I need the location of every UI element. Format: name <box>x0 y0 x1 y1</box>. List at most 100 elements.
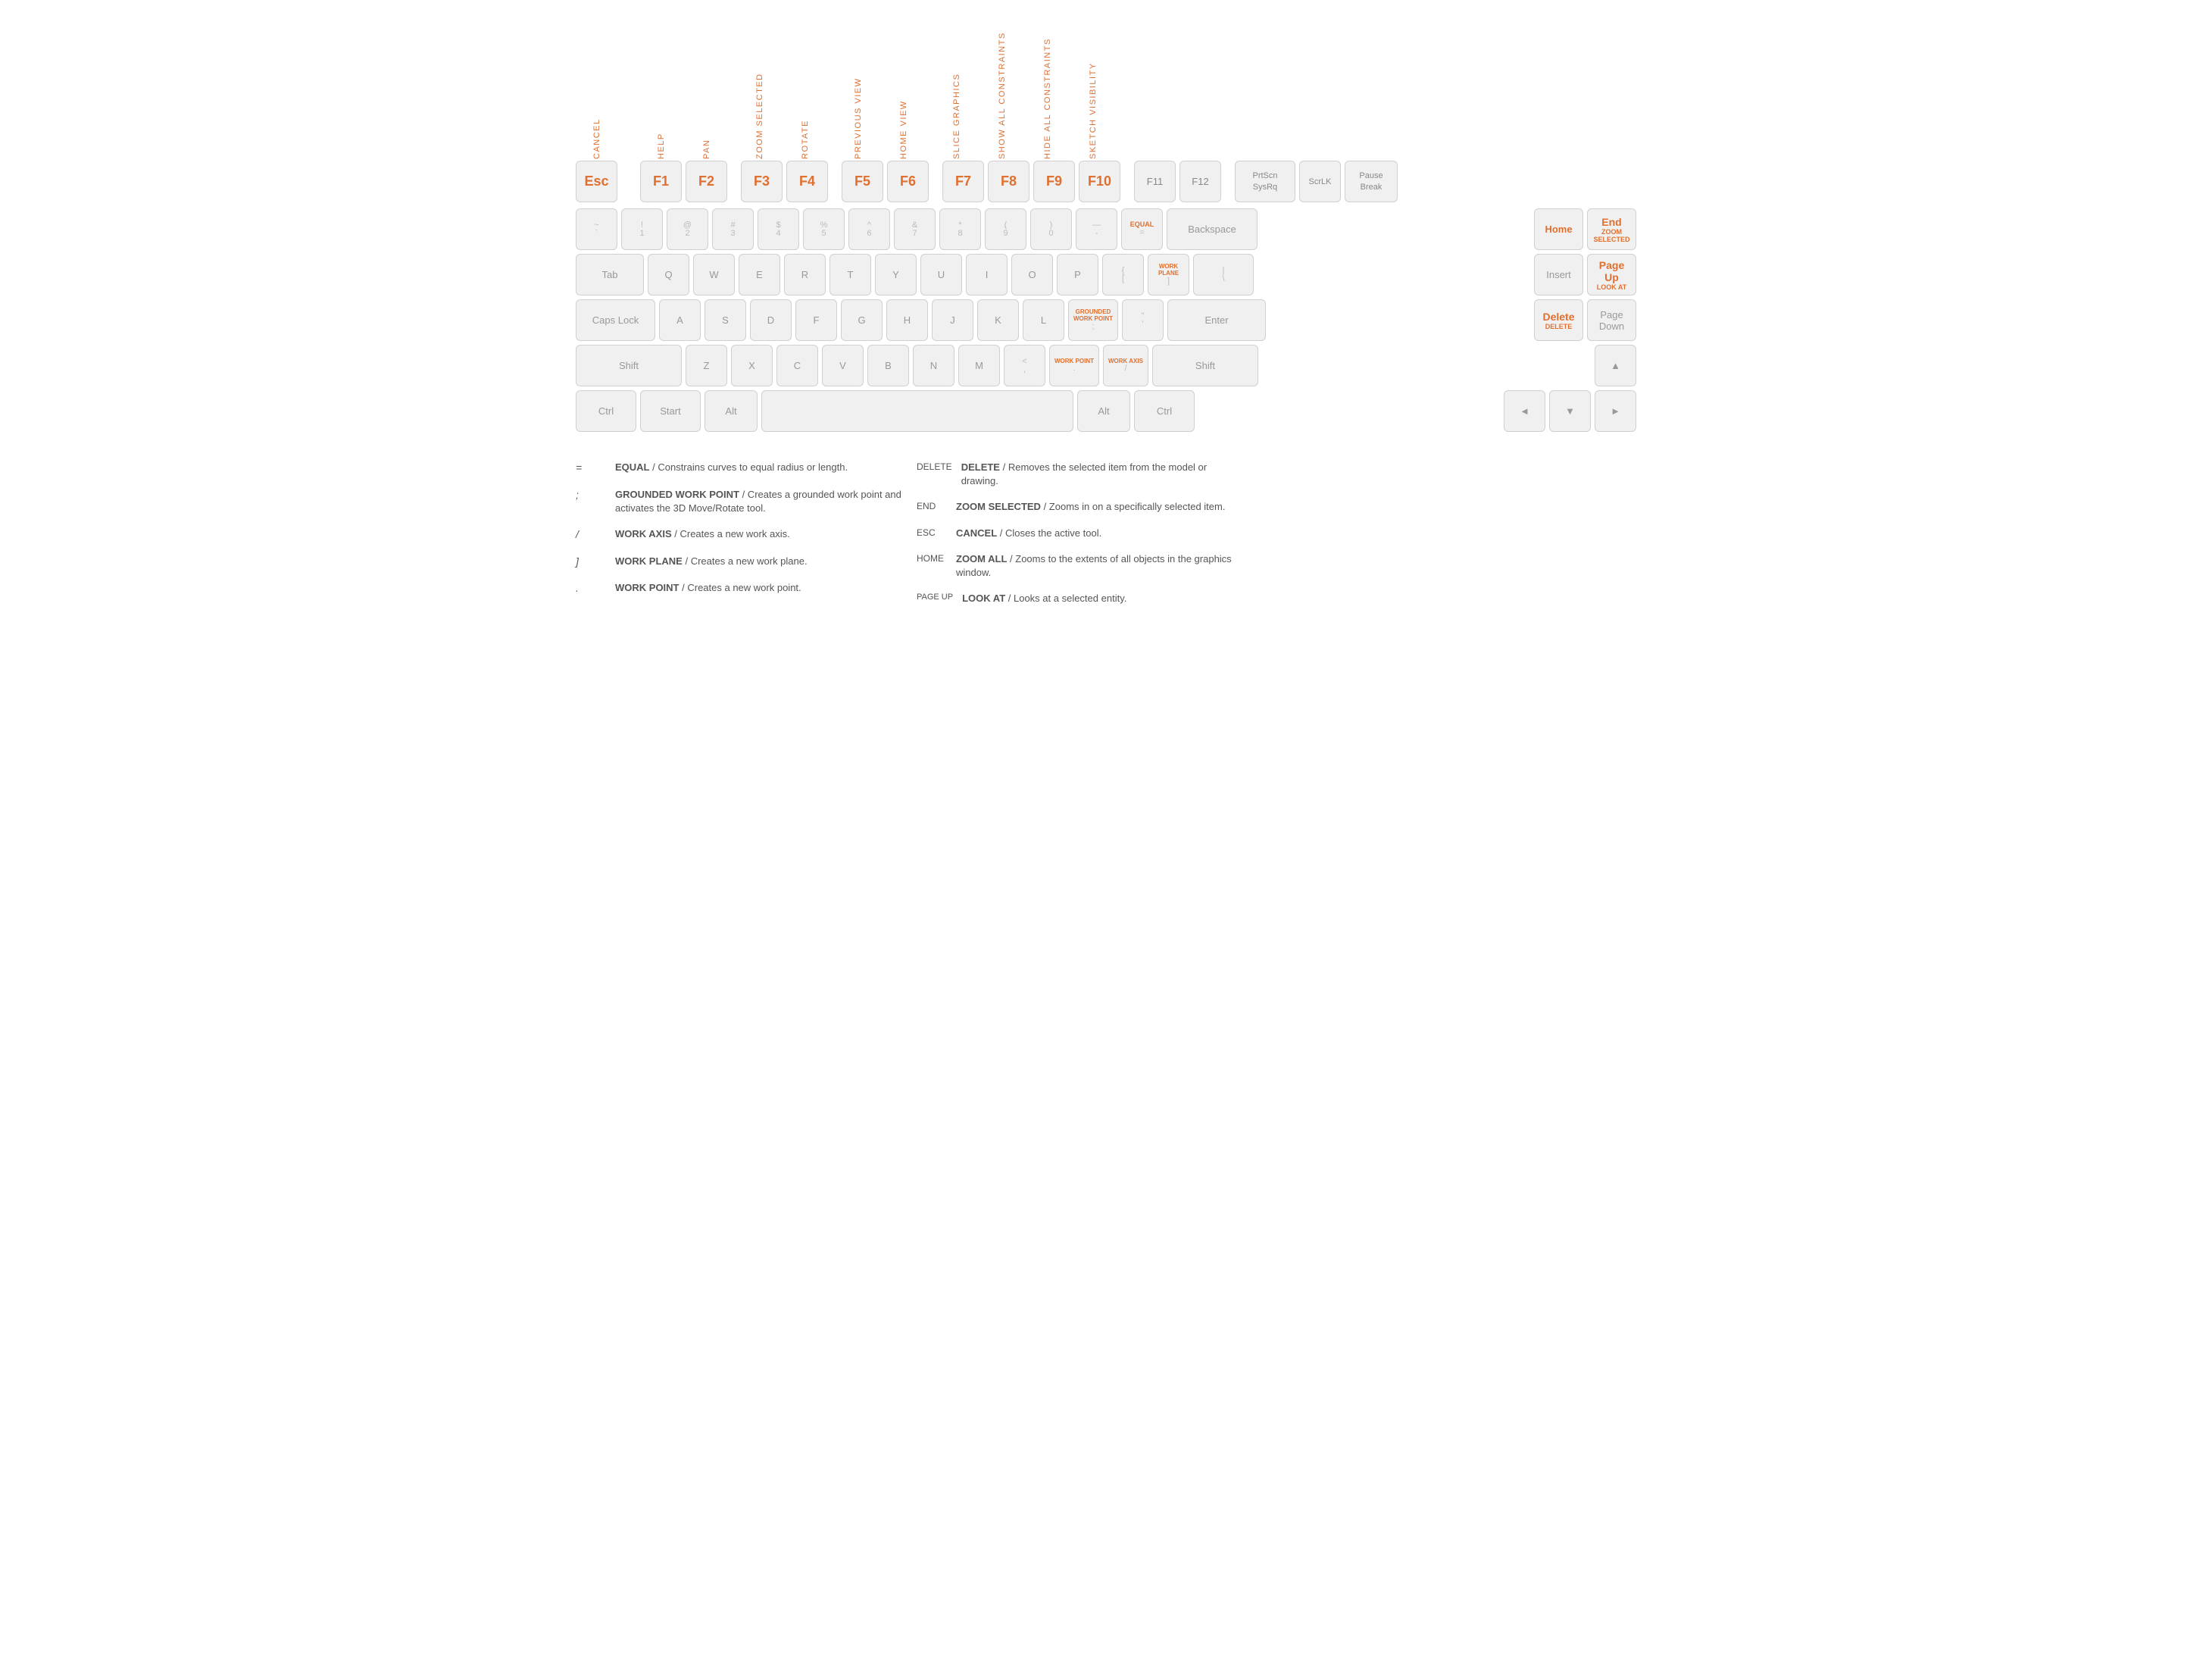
key-2[interactable]: @ 2 <box>667 208 708 250</box>
legend-key-delete: DELETE <box>917 461 952 488</box>
key-o[interactable]: O <box>1011 254 1053 296</box>
number-row: ~ ` ! 1 @ 2 # 3 $ 4 % 5 ^ 6 & 7 <box>576 208 1636 250</box>
key-capslock[interactable]: Caps Lock <box>576 299 655 341</box>
key-k[interactable]: K <box>977 299 1019 341</box>
key-pause[interactable]: PauseBreak <box>1345 161 1398 202</box>
key-shift-left[interactable]: Shift <box>576 345 682 386</box>
key-0[interactable]: ) 0 <box>1030 208 1072 250</box>
key-alt-left[interactable]: Alt <box>705 390 758 432</box>
key-p[interactable]: P <box>1057 254 1098 296</box>
key-equal[interactable]: EQUAL = <box>1121 208 1163 250</box>
key-arrow-up[interactable]: ▲ <box>1595 345 1636 386</box>
key-n[interactable]: N <box>913 345 954 386</box>
key-a[interactable]: A <box>659 299 701 341</box>
key-arrow-left[interactable]: ◄ <box>1504 390 1545 432</box>
key-f4[interactable]: F4 <box>786 161 828 202</box>
key-q[interactable]: Q <box>648 254 689 296</box>
f7-fn-label: SLICE GRAPHICS <box>952 23 961 159</box>
key-space[interactable] <box>761 390 1073 432</box>
key-minus[interactable]: — - <box>1076 208 1117 250</box>
key-l[interactable]: L <box>1023 299 1064 341</box>
key-period[interactable]: WORK POINT . <box>1049 345 1099 386</box>
key-f8[interactable]: F8 <box>988 161 1029 202</box>
legend-key-period: . <box>576 581 606 596</box>
key-8[interactable]: * 8 <box>939 208 981 250</box>
key-6[interactable]: ^ 6 <box>848 208 890 250</box>
legend-desc-equal: EQUAL / Constrains curves to equal radiu… <box>615 461 848 476</box>
key-f11[interactable]: F11 <box>1134 161 1176 202</box>
key-j[interactable]: J <box>932 299 973 341</box>
key-f6[interactable]: F6 <box>887 161 929 202</box>
key-insert[interactable]: Insert <box>1534 254 1583 296</box>
key-e[interactable]: E <box>739 254 780 296</box>
key-slash[interactable]: WORK AXIS / <box>1103 345 1148 386</box>
f2-label-col: PAN <box>686 23 727 159</box>
key-backslash[interactable]: | \ <box>1193 254 1254 296</box>
legend-item-bracket: ] WORK PLANE / Creates a new work plane. <box>576 549 917 576</box>
key-9[interactable]: ( 9 <box>985 208 1026 250</box>
key-esc[interactable]: Esc <box>576 161 617 202</box>
tab-row: Tab Q W E R T Y U I O P { [ WORKPLANE ] … <box>576 254 1636 296</box>
key-scrlk[interactable]: ScrLK <box>1299 161 1341 202</box>
key-bracketr[interactable]: WORKPLANE ] <box>1148 254 1189 296</box>
key-f10[interactable]: F10 <box>1079 161 1120 202</box>
key-backspace[interactable]: Backspace <box>1167 208 1258 250</box>
f3-label-col: ZOOM SELECTED <box>739 23 780 159</box>
key-f9[interactable]: F9 <box>1033 161 1075 202</box>
key-pagedown[interactable]: PageDown <box>1587 299 1636 341</box>
f7-label-col: SLICE GRAPHICS <box>936 23 977 159</box>
key-f3[interactable]: F3 <box>741 161 783 202</box>
legend-item-equal: = EQUAL / Constrains curves to equal rad… <box>576 455 917 482</box>
key-start[interactable]: Start <box>640 390 701 432</box>
key-ctrl-right[interactable]: Ctrl <box>1134 390 1195 432</box>
key-h[interactable]: H <box>886 299 928 341</box>
key-comma[interactable]: < , <box>1004 345 1045 386</box>
key-prtscn[interactable]: PrtScnSysRq <box>1235 161 1295 202</box>
keyboard-container: CANCEL HELP PAN ZOOM SELECTED ROTATE PRE… <box>576 15 1636 611</box>
key-z[interactable]: Z <box>686 345 727 386</box>
key-r[interactable]: R <box>784 254 826 296</box>
key-v[interactable]: V <box>822 345 864 386</box>
f9-fn-label: HIDE ALL CONSTRAINTS <box>1043 23 1052 159</box>
key-u[interactable]: U <box>920 254 962 296</box>
key-y[interactable]: Y <box>875 254 917 296</box>
key-5[interactable]: % 5 <box>803 208 845 250</box>
key-tab[interactable]: Tab <box>576 254 644 296</box>
key-quote[interactable]: " ' <box>1122 299 1164 341</box>
key-f7[interactable]: F7 <box>942 161 984 202</box>
key-s[interactable]: S <box>705 299 746 341</box>
key-7[interactable]: & 7 <box>894 208 936 250</box>
key-arrow-down[interactable]: ▼ <box>1549 390 1591 432</box>
key-ctrl-left[interactable]: Ctrl <box>576 390 636 432</box>
key-semicolon[interactable]: GROUNDEDWORK POINT ; <box>1068 299 1118 341</box>
f8-label-col: SHOW ALL CONSTRAINTS <box>981 23 1023 159</box>
legend-desc-home: ZOOM ALL / Zooms to the extents of all o… <box>956 552 1242 580</box>
key-bracketl[interactable]: { [ <box>1102 254 1144 296</box>
key-pageup[interactable]: PageUp LOOK AT <box>1587 254 1636 296</box>
key-f12[interactable]: F12 <box>1179 161 1221 202</box>
key-f1[interactable]: F1 <box>640 161 682 202</box>
key-d[interactable]: D <box>750 299 792 341</box>
key-tilde[interactable]: ~ ` <box>576 208 617 250</box>
key-alt-right[interactable]: Alt <box>1077 390 1130 432</box>
key-shift-right[interactable]: Shift <box>1152 345 1258 386</box>
key-home[interactable]: Home <box>1534 208 1583 250</box>
key-g[interactable]: G <box>841 299 883 341</box>
key-w[interactable]: W <box>693 254 735 296</box>
key-b[interactable]: B <box>867 345 909 386</box>
key-f5[interactable]: F5 <box>842 161 883 202</box>
key-end[interactable]: End ZOOMSELECTED <box>1587 208 1636 250</box>
key-t[interactable]: T <box>830 254 871 296</box>
key-enter[interactable]: Enter <box>1167 299 1266 341</box>
key-arrow-right[interactable]: ► <box>1595 390 1636 432</box>
key-delete[interactable]: Delete DELETE <box>1534 299 1583 341</box>
key-m[interactable]: M <box>958 345 1000 386</box>
key-3[interactable]: # 3 <box>712 208 754 250</box>
key-i[interactable]: I <box>966 254 1008 296</box>
key-x[interactable]: X <box>731 345 773 386</box>
key-1[interactable]: ! 1 <box>621 208 663 250</box>
key-4[interactable]: $ 4 <box>758 208 799 250</box>
key-f[interactable]: F <box>795 299 837 341</box>
key-f2[interactable]: F2 <box>686 161 727 202</box>
key-c[interactable]: C <box>776 345 818 386</box>
